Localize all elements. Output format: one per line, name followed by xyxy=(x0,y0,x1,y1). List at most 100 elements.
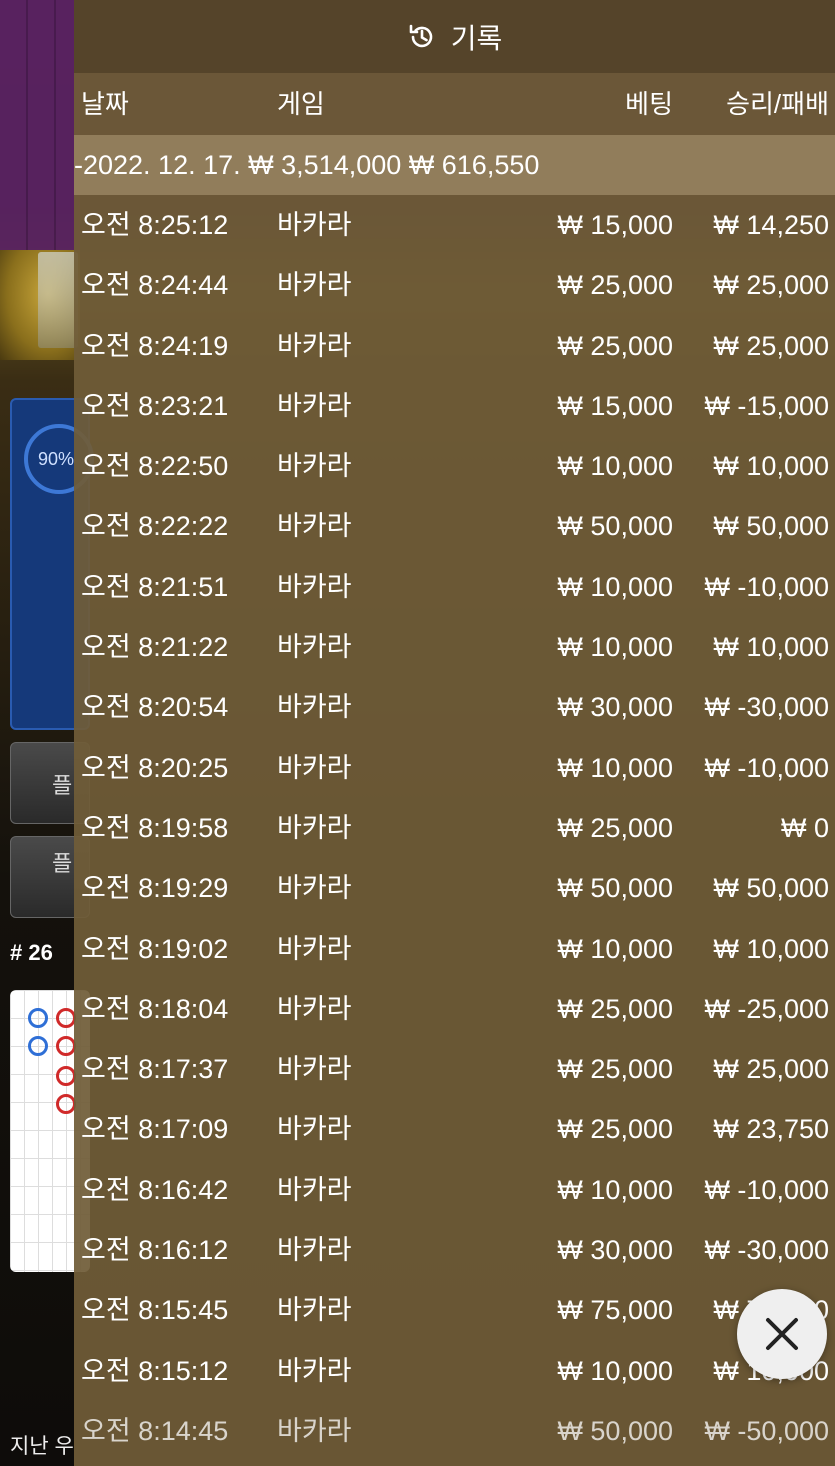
row-game: 바카라 xyxy=(277,390,352,421)
row-result: ₩ -10,000 xyxy=(704,1174,829,1205)
row-time: 오전 8:22:22 xyxy=(81,511,229,542)
road-dot-banker xyxy=(56,1036,76,1056)
date-group-row[interactable]: -2022. 12. 17. ₩ 3,514,000 ₩ 616,550 xyxy=(74,135,835,195)
history-row[interactable]: 오전 8:25:12 바카라 ₩ 15,000 ₩ 14,250 xyxy=(74,195,835,255)
row-game: 바카라 xyxy=(277,210,352,240)
column-headers: 날짜 게임 베팅 승리/패배 xyxy=(74,73,835,135)
row-bet: ₩ 30,000 xyxy=(557,1235,673,1266)
row-result: ₩ 0 xyxy=(780,812,829,843)
row-result: ₩ -50,000 xyxy=(704,1415,829,1446)
history-row[interactable]: 오전 8:19:02 바카라 ₩ 10,000 ₩ 10,000 xyxy=(74,919,835,979)
close-button[interactable] xyxy=(737,1289,827,1379)
row-game: 바카라 xyxy=(277,330,352,361)
row-game: 바카라 xyxy=(277,1415,352,1446)
history-row[interactable]: 오전 8:14:45 바카라 ₩ 50,000 ₩ -50,000 xyxy=(74,1401,835,1461)
row-game: 바카라 xyxy=(277,1355,352,1386)
row-bet: ₩ 10,000 xyxy=(557,632,673,663)
row-bet: ₩ 25,000 xyxy=(557,1114,673,1145)
history-row[interactable]: 오전 8:21:51 바카라 ₩ 10,000 ₩ -10,000 xyxy=(74,557,835,617)
row-bet: ₩ 30,000 xyxy=(557,692,673,723)
row-time: 오전 8:19:58 xyxy=(81,812,229,843)
previous-result-label: 지난 우 xyxy=(10,1435,74,1458)
row-bet: ₩ 10,000 xyxy=(557,571,673,602)
row-result: ₩ -15,000 xyxy=(704,390,829,421)
row-bet: ₩ 10,000 xyxy=(557,1355,673,1386)
history-icon xyxy=(409,24,432,47)
row-result: ₩ 25,000 xyxy=(713,330,829,361)
row-time: 오전 8:24:44 xyxy=(81,270,229,301)
history-row[interactable]: 오전 8:16:12 바카라 ₩ 30,000 ₩ -30,000 xyxy=(74,1220,835,1280)
history-list: 오전 8:25:12 바카라 ₩ 15,000 ₩ 14,250 오전 8:24:44 바… xyxy=(74,195,835,1461)
row-time: 오전 8:15:12 xyxy=(81,1355,229,1386)
row-game: 바카라 xyxy=(277,511,352,542)
row-result: ₩ -30,000 xyxy=(704,1235,829,1266)
history-row[interactable]: 오전 8:22:22 바카라 ₩ 50,000 ₩ 50,000 xyxy=(74,496,835,556)
row-bet: ₩ 75,000 xyxy=(557,1295,673,1326)
row-game: 바카라 xyxy=(277,1174,352,1205)
row-time: 오전 8:22:50 xyxy=(81,451,229,482)
history-row[interactable]: 오전 8:20:54 바카라 ₩ 30,000 ₩ -30,000 xyxy=(74,677,835,737)
row-result: ₩ -10,000 xyxy=(704,571,829,602)
row-game: 바카라 xyxy=(277,933,352,964)
row-time: 오전 8:25:12 xyxy=(81,210,229,240)
row-time: 오전 8:16:12 xyxy=(81,1235,229,1266)
row-bet: ₩ 25,000 xyxy=(557,270,673,301)
row-result: ₩ 10,000 xyxy=(713,451,829,482)
history-row[interactable]: 오전 8:16:42 바카라 ₩ 10,000 ₩ -10,000 xyxy=(74,1160,835,1220)
date-group-result-total: ₩ 616,550 xyxy=(408,150,540,180)
history-row[interactable]: 오전 8:22:50 바카라 ₩ 10,000 ₩ 10,000 xyxy=(74,436,835,496)
row-bet: ₩ 25,000 xyxy=(557,812,673,843)
history-row[interactable]: 오전 8:23:21 바카라 ₩ 15,000 ₩ -15,000 xyxy=(74,376,835,436)
history-row[interactable]: 오전 8:18:04 바카라 ₩ 25,000 ₩ -25,000 xyxy=(74,979,835,1039)
column-game: 게임 xyxy=(277,89,325,119)
row-result: ₩ -25,000 xyxy=(704,993,829,1024)
row-time: 오전 8:17:37 xyxy=(81,1054,229,1085)
row-time: 오전 8:23:21 xyxy=(81,390,229,421)
row-result: ₩ 14,250 xyxy=(713,210,829,240)
column-date: 날짜 xyxy=(81,89,129,119)
row-bet: ₩ 10,000 xyxy=(557,933,673,964)
row-game: 바카라 xyxy=(277,1295,352,1326)
row-game: 바카라 xyxy=(277,873,352,904)
row-time: 오전 8:14:45 xyxy=(81,1415,229,1446)
row-time: 오전 8:15:45 xyxy=(81,1295,229,1326)
row-game: 바카라 xyxy=(277,1235,352,1266)
row-time: 오전 8:19:02 xyxy=(81,933,229,964)
row-game: 바카라 xyxy=(277,812,352,843)
row-result: ₩ 50,000 xyxy=(713,511,829,542)
row-time: 오전 8:20:25 xyxy=(81,752,229,783)
progress-ring-label: 90% xyxy=(38,449,75,469)
column-bet: 베팅 xyxy=(625,89,673,119)
row-result: ₩ -30,000 xyxy=(704,692,829,723)
date-group-label: -2022. 12. 17. xyxy=(74,150,241,180)
row-result: ₩ 50,000 xyxy=(713,873,829,904)
date-group-bet-total: ₩ 3,514,000 xyxy=(248,150,402,180)
history-row[interactable]: 오전 8:17:37 바카라 ₩ 25,000 ₩ 25,000 xyxy=(74,1039,835,1099)
history-row[interactable]: 오전 8:24:44 바카라 ₩ 25,000 ₩ 25,000 xyxy=(74,255,835,315)
road-dot-banker xyxy=(56,1008,76,1028)
row-game: 바카라 xyxy=(277,632,352,663)
history-row[interactable]: 오전 8:24:19 바카라 ₩ 25,000 ₩ 25,000 xyxy=(74,316,835,376)
history-row[interactable]: 오전 8:21:22 바카라 ₩ 10,000 ₩ 10,000 xyxy=(74,617,835,677)
history-row[interactable]: 오전 8:15:12바카라₩ 10,000₩ 10,000 xyxy=(74,1341,835,1401)
road-dot-banker xyxy=(56,1066,76,1086)
card-shoe xyxy=(38,252,78,348)
history-row[interactable]: 오전 8:19:58 바카라 ₩ 25,000 ₩ 0 xyxy=(74,798,835,858)
row-time: 오전 8:16:42 xyxy=(81,1174,229,1205)
row-bet: ₩ 50,000 xyxy=(557,1415,673,1446)
row-bet: ₩ 50,000 xyxy=(557,511,673,542)
row-bet: ₩ 25,000 xyxy=(557,993,673,1024)
history-row[interactable]: 오전 8:15:45바카라₩ 75,000₩ 75,000 xyxy=(74,1280,835,1340)
history-row[interactable]: 오전 8:19:29 바카라 ₩ 50,000 ₩ 50,000 xyxy=(74,858,835,918)
road-dot-player xyxy=(28,1036,48,1056)
row-time: 오전 8:21:22 xyxy=(81,632,229,663)
history-row[interactable]: 오전 8:17:09 바카라 ₩ 25,000 ₩ 23,750 xyxy=(74,1099,835,1159)
row-time: 오전 8:20:54 xyxy=(81,692,229,723)
row-time: 오전 8:19:29 xyxy=(81,873,229,904)
row-result: ₩ 10,000 xyxy=(713,632,829,663)
history-row[interactable]: 오전 8:20:25 바카라 ₩ 10,000 ₩ -10,000 xyxy=(74,738,835,798)
history-header: 기록 xyxy=(74,0,835,73)
row-bet: ₩ 10,000 xyxy=(557,451,673,482)
history-title: 기록 xyxy=(450,22,503,54)
row-bet: ₩ 10,000 xyxy=(557,1174,673,1205)
